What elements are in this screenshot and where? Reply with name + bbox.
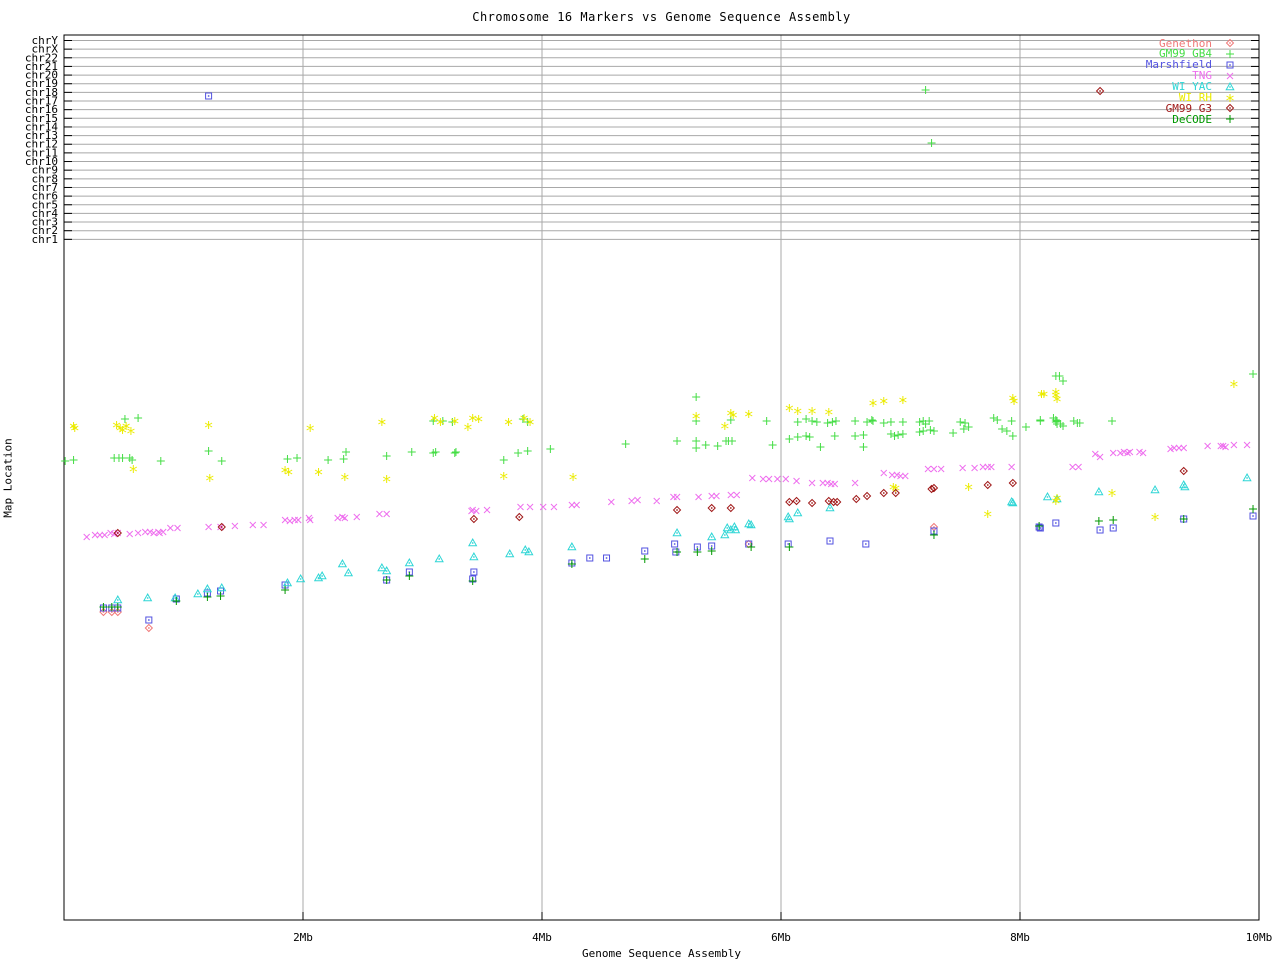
x-axis-label: Genome Sequence Assembly: [582, 947, 741, 960]
off-chromosome-marker-dot: [207, 95, 210, 97]
plus-legend-icon: [1226, 115, 1234, 124]
series-tng-points: [83, 441, 1251, 541]
series-markers: [99, 512, 1257, 624]
x-gridlines: 2Mb 4Mb 6Mb 8Mb 10Mb: [293, 35, 1272, 944]
series-markers: [61, 370, 1258, 465]
series-markers: [113, 466, 1188, 538]
off-chromosome-marker: [927, 139, 936, 147]
series-gm99-gb4-points: [61, 370, 1258, 465]
series-marker-dots: [102, 526, 935, 629]
legend-label: DeCODE: [1172, 112, 1212, 126]
x-tick-label: 6Mb: [771, 931, 791, 944]
legend-row-decode: DeCODE: [1172, 113, 1237, 125]
x-tick-label: 4Mb: [532, 931, 552, 944]
series-markers: [99, 505, 1258, 611]
series-decode-points: [99, 505, 1258, 611]
series-marker-dots: [117, 470, 1185, 534]
x-tick-label: 8Mb: [1010, 931, 1030, 944]
series-markers: [99, 522, 939, 633]
series-wi-rh-points: [69, 380, 1238, 521]
series-markers: [69, 380, 1238, 521]
x-tick-label: 10Mb: [1246, 931, 1273, 944]
series-gm99-g3-points: [113, 466, 1188, 538]
series-markers: [113, 472, 1252, 604]
plot-border: [63, 34, 1260, 921]
series-genethon-points: [99, 522, 939, 633]
series-markers: [83, 441, 1251, 541]
series-marshfield-points: [99, 512, 1257, 624]
off-chromosome-marker-dot: [1099, 90, 1101, 92]
chart-figure: Chromosome 16 Markers vs Genome Sequence…: [0, 0, 1280, 960]
y-tick-label: chr1: [32, 233, 59, 246]
x-tick-label: 2Mb: [293, 931, 313, 944]
off-chromosome-points: [205, 86, 1105, 147]
series-wi-yac-points: [113, 472, 1252, 604]
chromosome-gridlines: chrYchrXchr22chr21chr20chr19chr18chr17ch…: [25, 34, 1259, 246]
plot-area: chrYchrXchr22chr21chr20chr19chr18chr17ch…: [25, 34, 1272, 944]
